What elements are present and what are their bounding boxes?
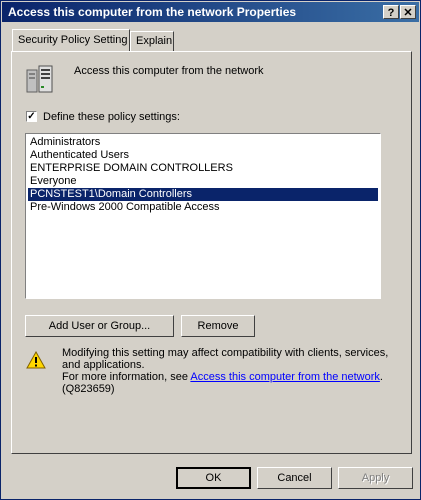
apply-button[interactable]: Apply bbox=[338, 467, 413, 489]
list-item-everyone[interactable]: Everyone bbox=[28, 175, 378, 188]
warning-line-2: and applications. bbox=[62, 359, 145, 371]
list-item-administrators[interactable]: Administrators bbox=[28, 136, 378, 149]
list-item-authenticated-users[interactable]: Authenticated Users bbox=[28, 149, 378, 162]
compatibility-warning: Modifying this setting may affect compat… bbox=[62, 347, 392, 395]
ok-button[interactable]: OK bbox=[176, 467, 251, 489]
tab-security-policy-setting[interactable]: Security Policy Setting bbox=[12, 29, 130, 51]
warning-line-3: For more information, see Access this co… bbox=[62, 371, 392, 383]
warning-kb-reference: (Q823659) bbox=[62, 383, 115, 395]
cancel-button[interactable]: Cancel bbox=[257, 467, 332, 489]
add-user-or-group-button[interactable]: Add User or Group... bbox=[25, 315, 174, 337]
title-bar[interactable]: Access this computer from the network Pr… bbox=[2, 2, 419, 22]
list-item-pre-windows-2000-access[interactable]: Pre-Windows 2000 Compatible Access bbox=[28, 201, 378, 214]
list-item-domain-controllers[interactable]: PCNSTEST1\Domain Controllers bbox=[28, 188, 378, 201]
properties-dialog: Access this computer from the network Pr… bbox=[0, 0, 421, 500]
policy-name: Access this computer from the network bbox=[74, 65, 264, 77]
help-button[interactable]: ? bbox=[383, 5, 399, 19]
more-info-link[interactable]: Access this computer from the network bbox=[190, 371, 380, 383]
close-button[interactable]: ✕ bbox=[400, 5, 416, 19]
members-listbox[interactable]: Administrators Authenticated Users ENTER… bbox=[25, 133, 381, 299]
warning-more-info-suffix: . bbox=[379, 371, 383, 383]
warning-icon bbox=[26, 351, 46, 369]
define-policy-checkbox[interactable]: ✓ bbox=[26, 111, 37, 122]
window-title: Access this computer from the network Pr… bbox=[8, 5, 297, 19]
remove-button[interactable]: Remove bbox=[181, 315, 255, 337]
server-computer-icon bbox=[26, 65, 53, 93]
tab-explain[interactable]: Explain bbox=[130, 31, 174, 51]
define-policy-label: Define these policy settings: bbox=[43, 111, 180, 123]
list-item-enterprise-domain-controllers[interactable]: ENTERPRISE DOMAIN CONTROLLERS bbox=[28, 162, 378, 175]
warning-more-info-prefix: For more information, see bbox=[62, 371, 191, 383]
warning-line-1: Modifying this setting may affect compat… bbox=[62, 347, 389, 359]
